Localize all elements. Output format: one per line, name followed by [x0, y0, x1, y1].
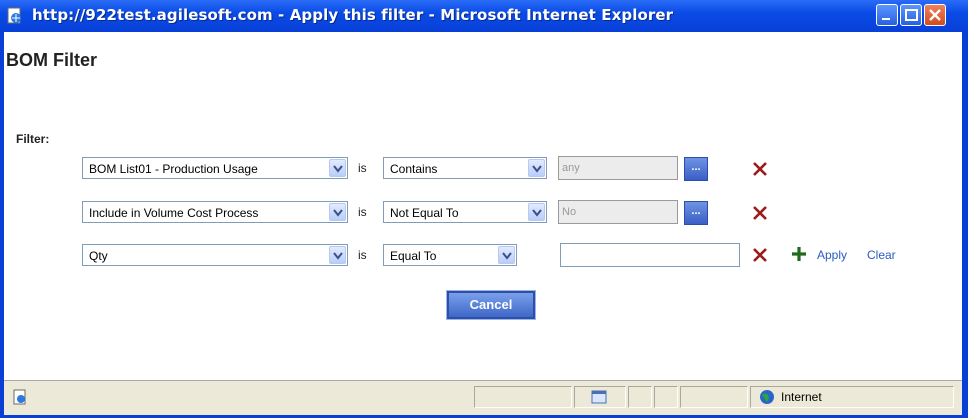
clear-link[interactable]: Clear: [867, 248, 896, 262]
status-cell: [628, 386, 652, 408]
filter-operator-select-3[interactable]: Equal To: [383, 244, 517, 266]
filter-attribute-select-3[interactable]: Qty: [82, 244, 348, 266]
filter-value-text: No: [562, 206, 577, 218]
filter-value-text: any: [562, 162, 580, 174]
is-label: is: [358, 205, 367, 219]
chevron-down-icon[interactable]: [528, 203, 545, 221]
filter-operator-value: Not Equal To: [390, 206, 459, 220]
popup-blocker-icon: [591, 390, 607, 404]
chevron-down-icon[interactable]: [528, 159, 545, 177]
browser-window: http://922test.agilesoft.com - Apply thi…: [0, 0, 968, 418]
browse-values-button[interactable]: ...: [684, 157, 708, 181]
filter-operator-value: Contains: [390, 162, 438, 176]
cancel-button[interactable]: Cancel: [446, 290, 536, 320]
is-label: is: [358, 248, 367, 262]
globe-icon: [760, 390, 774, 404]
minimize-button[interactable]: [876, 4, 898, 26]
browse-values-button[interactable]: ...: [684, 201, 708, 225]
maximize-button[interactable]: [900, 4, 922, 26]
window-title: http://922test.agilesoft.com - Apply thi…: [32, 6, 674, 24]
security-zone[interactable]: Internet: [750, 386, 954, 408]
status-cell: [474, 386, 572, 408]
chevron-down-icon[interactable]: [329, 203, 346, 221]
delete-row-icon[interactable]: [752, 247, 768, 263]
chevron-down-icon[interactable]: [329, 246, 346, 264]
status-cell: [654, 386, 678, 408]
status-cell: [574, 386, 626, 408]
filter-attribute-value: BOM List01 - Production Usage: [89, 162, 258, 176]
page-status-icon: [13, 389, 26, 405]
filter-label: Filter:: [16, 132, 50, 146]
chevron-down-icon[interactable]: [329, 159, 346, 177]
apply-link[interactable]: Apply: [817, 248, 847, 262]
chevron-down-icon[interactable]: [498, 246, 515, 264]
filter-value-field-3[interactable]: [560, 243, 740, 267]
zone-label: Internet: [781, 390, 822, 404]
filter-operator-value: Equal To: [390, 249, 437, 263]
title-bar[interactable]: http://922test.agilesoft.com - Apply thi…: [0, 0, 968, 32]
filter-attribute-select-1[interactable]: BOM List01 - Production Usage: [82, 157, 348, 179]
page-title: BOM Filter: [6, 50, 98, 70]
status-cell: [680, 386, 748, 408]
filter-operator-select-1[interactable]: Contains: [383, 157, 547, 179]
maximize-icon: [905, 9, 918, 21]
filter-attribute-select-2[interactable]: Include in Volume Cost Process: [82, 201, 348, 223]
minimize-icon: [882, 18, 890, 20]
filter-value-field-1[interactable]: any: [558, 156, 678, 180]
close-icon: [929, 9, 941, 21]
is-label: is: [358, 161, 367, 175]
delete-row-icon[interactable]: [752, 205, 768, 221]
close-button[interactable]: [924, 4, 946, 26]
filter-attribute-value: Qty: [89, 249, 108, 263]
ie-page-icon: [7, 7, 21, 24]
filter-attribute-value: Include in Volume Cost Process: [89, 206, 259, 220]
delete-row-icon[interactable]: [752, 161, 768, 177]
filter-operator-select-2[interactable]: Not Equal To: [383, 201, 547, 223]
filter-value-field-2[interactable]: No: [558, 200, 678, 224]
add-row-icon[interactable]: [791, 246, 807, 262]
status-bar: Internet: [4, 380, 962, 415]
